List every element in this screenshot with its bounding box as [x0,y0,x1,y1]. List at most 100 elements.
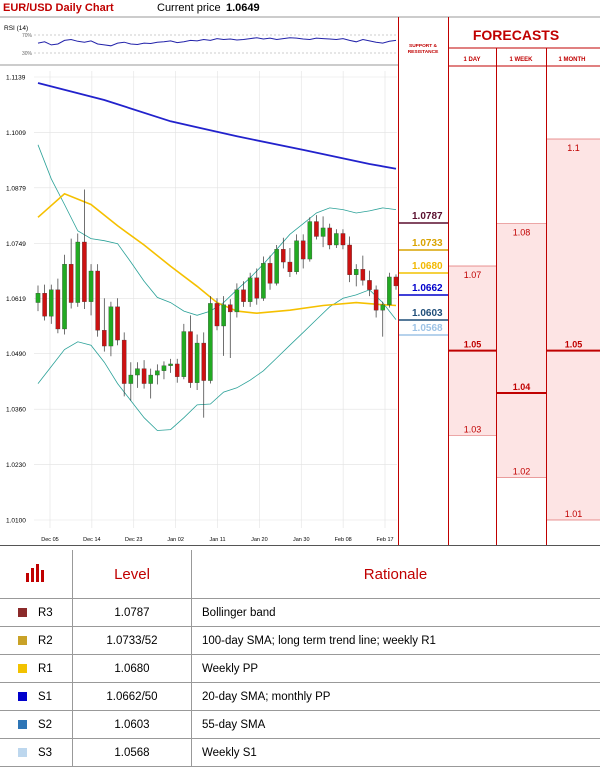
forecast-low-label: 1.01 [565,509,583,519]
candle-body [354,269,358,275]
level-id-cell: R2 [0,627,73,655]
candle-body [122,340,126,383]
col-header-month: 1 MONTH [559,57,586,63]
x-tick-label: Dec 05 [41,537,58,543]
candle-body [129,375,133,384]
sr-value-r1: 1.0680 [412,261,443,272]
candle-body [367,280,371,289]
x-tick-label: Feb 17 [376,537,393,543]
candle-body [374,290,378,310]
forecast-high-label: 1.1 [567,143,580,153]
candle-body [195,343,199,383]
candle-body [149,375,153,384]
level-rationale: 55-day SMA [192,711,600,739]
rsi-line [38,38,396,46]
level-value: 1.0568 [73,739,192,767]
level-rationale: 20-day SMA; monthly PP [192,683,600,711]
price-grid [34,71,397,528]
level-value: 1.0680 [73,655,192,683]
y-tick-label: 1.0749 [6,241,26,248]
candle-body [241,290,245,302]
candle-body [222,305,226,326]
forecasts-title: FORECASTS [473,27,559,43]
table-row: R11.0680Weekly PP [0,655,600,683]
candle-body [347,245,351,275]
sr-value-s2: 1.0603 [412,308,443,319]
candle-body [49,290,53,316]
candle-body [188,332,192,383]
bar-chart-icon [24,562,48,582]
x-axis-labels: Dec 05Dec 14Dec 23Jan 02Jan 11Jan 20Jan … [41,537,393,543]
chart-canvas: RSI (14) 70% 30% 1.1139 1.1009 1.0879 1.074… [0,0,600,550]
level-id-cell: S2 [0,711,73,739]
candle-body [69,264,73,302]
table-row: S3 1.0568Weekly S1 [0,739,600,767]
levels-table: Level Rationale R31.0787Bollinger bandR2… [0,550,600,767]
level-id: S3 [38,747,52,759]
candle-body [36,293,40,302]
y-axis-labels: 1.11391.10091.08791.07491.06191.04901.03… [6,75,26,525]
candle-body [182,332,186,377]
level-value: 1.0787 [73,599,192,627]
candle-body [268,263,272,283]
level-value: 1.0662/50 [73,683,192,711]
level-rationale: Weekly S1 [192,739,600,767]
candle-body [281,249,285,262]
candle-body [109,307,113,346]
y-tick-label: 1.1009 [6,130,26,137]
sr-value-s1: 1.0662 [412,283,443,294]
table-header-level: Level [73,550,192,599]
rsi-panel: RSI (14) 70% 30% [4,25,396,57]
level-color-swatch [18,720,27,729]
candle-body [294,241,298,272]
candle-body [341,233,345,245]
forecast-low-label: 1.02 [513,467,531,477]
candle-body [288,262,292,272]
candle-body [275,249,279,283]
forecast-central-label: 1.05 [565,340,583,350]
level-rationale: Bollinger band [192,599,600,627]
x-tick-label: Jan 02 [167,537,184,543]
candle-body [96,271,100,330]
forecast-band [497,224,546,478]
candle-body [321,228,325,237]
level-color-swatch [18,664,27,673]
col-header-day: 1 DAY [463,57,480,63]
x-tick-label: Jan 30 [293,537,310,543]
candle-body [135,369,139,375]
table-header-icon-cell [0,550,73,599]
candle-body [387,277,391,305]
level-id: S2 [38,719,52,731]
candle-body [76,242,80,303]
y-tick-label: 1.0360 [6,407,26,414]
x-tick-label: Jan 20 [251,537,268,543]
y-tick-label: 1.0619 [6,296,26,303]
y-tick-label: 1.1139 [6,75,26,82]
candle-body [394,277,398,286]
candle-body [235,290,239,312]
candle-body [43,293,47,316]
level-id-cell: S1 [0,683,73,711]
candle-body [202,343,206,381]
rsi-label: RSI (14) [4,25,28,32]
forecast-central-label: 1.05 [464,340,482,350]
candle-body [89,271,93,302]
rsi-upper-level: 70% [22,33,33,39]
candle-body [261,263,265,298]
candle-body [248,278,252,302]
candle-body [56,290,60,329]
candle-body [314,222,318,237]
x-tick-label: Jan 11 [209,537,225,543]
level-color-swatch [18,748,27,757]
level-rationale: Weekly PP [192,655,600,683]
level-rationale: 100-day SMA; long term trend line; weekl… [192,627,600,655]
x-tick-label: Feb 08 [335,537,352,543]
level-value: 1.0603 [73,711,192,739]
table-row: S11.0662/5020-day SMA; monthly PP [0,683,600,711]
candle-body [115,307,119,340]
level-id-cell: S3 [0,739,73,767]
col-header-week: 1 WEEK [509,57,533,63]
table-row: R21.0733/52100-day SMA; long term trend … [0,627,600,655]
x-tick-label: Dec 14 [83,537,100,543]
y-tick-label: 1.0879 [6,185,26,192]
